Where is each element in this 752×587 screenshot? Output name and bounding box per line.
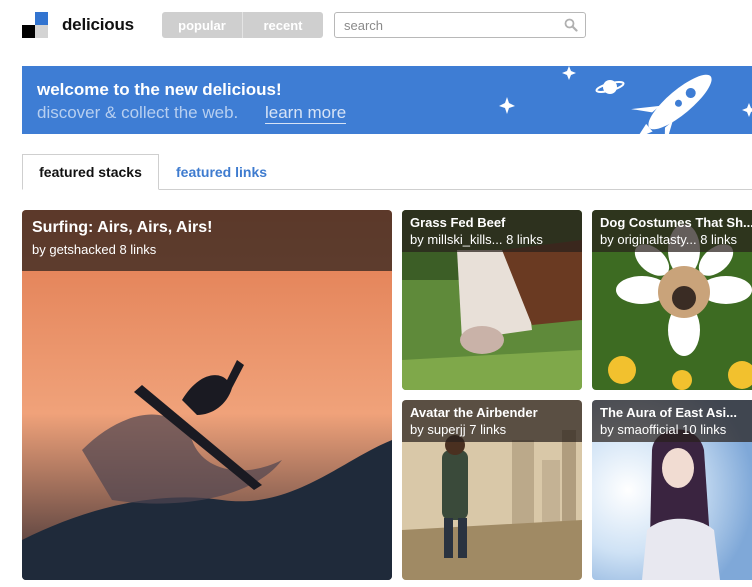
logo-square bbox=[22, 25, 35, 38]
brand-name[interactable]: delicious bbox=[62, 15, 134, 35]
stack-meta: by smaofficial 10 links bbox=[600, 422, 727, 437]
banner-subtitle: discover & collect the web. bbox=[37, 103, 239, 122]
learn-more-link[interactable]: learn more bbox=[265, 103, 347, 124]
welcome-banner: welcome to the new delicious! discover &… bbox=[22, 66, 752, 134]
stack-meta: by originaltasty... 8 links bbox=[600, 232, 738, 247]
star-icon bbox=[499, 97, 515, 114]
stack-title: Grass Fed Beef bbox=[410, 215, 506, 230]
delicious-logo[interactable] bbox=[22, 12, 48, 38]
nav-popular-button[interactable]: popular bbox=[162, 12, 242, 38]
logo-square bbox=[35, 12, 48, 25]
stack-card[interactable]: Dog Costumes That Sh... by originaltasty… bbox=[592, 210, 752, 390]
star-icon bbox=[562, 66, 576, 80]
search-input[interactable] bbox=[335, 13, 555, 37]
stack-card[interactable]: The Aura of East Asi... by smaofficial 1… bbox=[592, 400, 752, 580]
rocket-icon bbox=[631, 74, 712, 134]
stack-card[interactable]: Grass Fed Beef by millski_kills... 8 lin… bbox=[402, 210, 582, 390]
logo-square bbox=[35, 25, 48, 38]
search-icon[interactable] bbox=[564, 18, 578, 32]
stack-card[interactable]: Avatar the Airbender by superjj 7 links bbox=[402, 400, 582, 580]
stack-card[interactable]: Surfing: Airs, Airs, Airs! by getshacked… bbox=[22, 210, 392, 580]
search-box bbox=[334, 12, 586, 38]
tab-featured-stacks[interactable]: featured stacks bbox=[22, 154, 159, 190]
card-overlay: The Aura of East Asi... by smaofficial 1… bbox=[592, 400, 752, 442]
card-overlay: Grass Fed Beef by millski_kills... 8 lin… bbox=[402, 210, 582, 252]
logo-square bbox=[22, 12, 35, 25]
stack-meta: by millski_kills... 8 links bbox=[410, 232, 543, 247]
star-icon bbox=[742, 103, 752, 117]
stack-title: The Aura of East Asi... bbox=[600, 405, 738, 420]
nav-recent-button[interactable]: recent bbox=[242, 12, 323, 38]
nav-segmented-control: popular recent bbox=[162, 12, 323, 38]
stack-title: Avatar the Airbender bbox=[410, 405, 538, 420]
stack-title: Surfing: Airs, Airs, Airs! bbox=[32, 219, 213, 236]
card-overlay: Dog Costumes That Sh... by originaltasty… bbox=[592, 210, 752, 252]
card-overlay: Surfing: Airs, Airs, Airs! by getshacked… bbox=[22, 210, 392, 271]
stack-title: Dog Costumes That Sh... bbox=[600, 215, 752, 230]
card-overlay: Avatar the Airbender by superjj 7 links bbox=[402, 400, 582, 442]
stack-meta: by getshacked 8 links bbox=[32, 242, 157, 257]
banner-title: welcome to the new delicious! bbox=[37, 80, 282, 99]
rocket-illustration bbox=[499, 66, 752, 134]
tab-featured-links[interactable]: featured links bbox=[176, 164, 267, 180]
stack-meta: by superjj 7 links bbox=[410, 422, 507, 437]
